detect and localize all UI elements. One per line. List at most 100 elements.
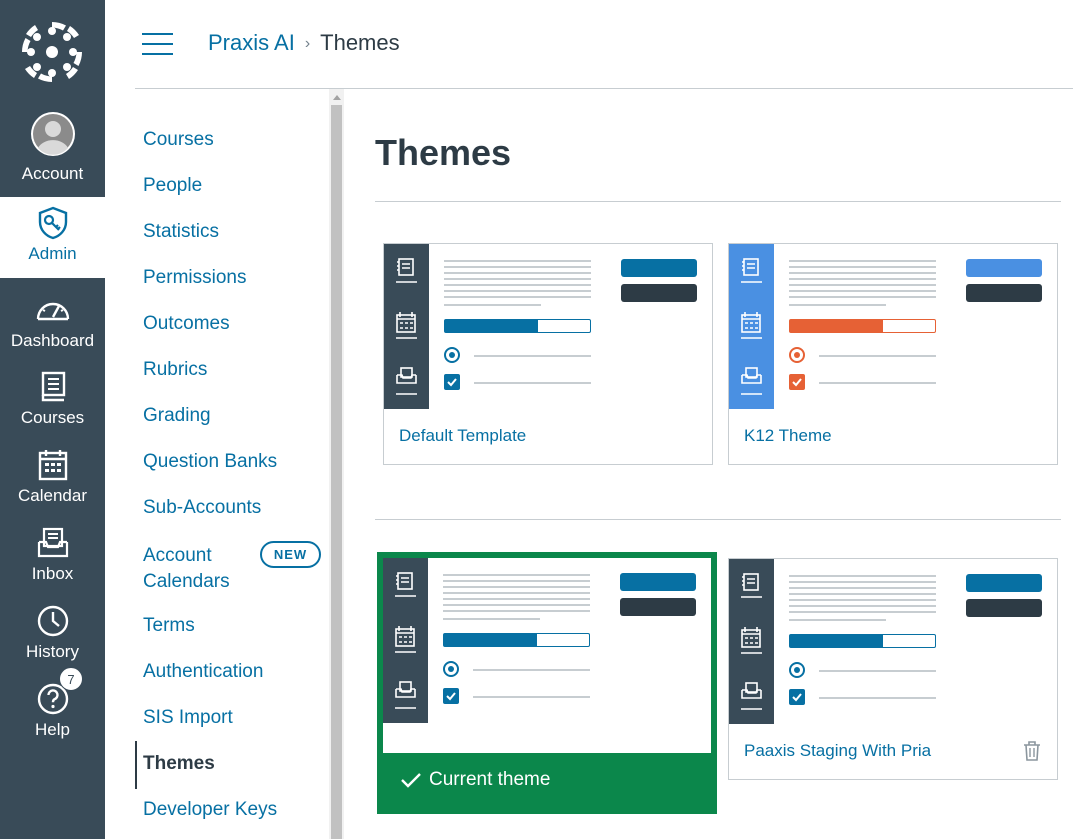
global-nav-history[interactable]: History: [0, 595, 105, 673]
section-nav-authentication[interactable]: Authentication: [143, 661, 263, 683]
admin-shield-icon: [38, 206, 67, 240]
theme-card-name[interactable]: K12 Theme: [744, 426, 832, 446]
scrollbar-thumb[interactable]: [331, 105, 342, 839]
theme-preview-primary-button: [966, 259, 1042, 277]
section-nav-terms[interactable]: Terms: [143, 615, 195, 637]
canvas-logo[interactable]: [0, 0, 105, 105]
theme-preview-checkbox-icon: [443, 688, 459, 704]
theme-preview-option-line: [473, 669, 590, 671]
section-nav-question-banks[interactable]: Question Banks: [143, 451, 277, 473]
theme-preview-progress-bar: [789, 634, 936, 648]
theme-preview-text-line: [789, 611, 936, 613]
section-nav-rubrics[interactable]: Rubrics: [143, 359, 207, 381]
global-nav-inbox-label: Inbox: [31, 564, 74, 583]
global-nav-admin[interactable]: Admin: [0, 197, 105, 278]
theme-preview-secondary-button: [966, 599, 1042, 617]
theme-preview-radio-icon: [789, 347, 805, 363]
theme-preview-nav-icons: [741, 258, 762, 395]
theme-preview-progress-fill: [790, 635, 883, 647]
theme-preview-radio-icon: [789, 662, 805, 678]
theme-card[interactable]: K12 Theme: [728, 243, 1058, 465]
theme-preview-text-line: [444, 278, 591, 280]
theme-preview-checkbox-icon: [444, 374, 460, 390]
section-nav-themes[interactable]: Themes: [143, 753, 215, 775]
section-nav-scrollbar[interactable]: [329, 89, 344, 839]
section-nav-sis-import[interactable]: SIS Import: [143, 707, 233, 729]
section-nav-permissions[interactable]: Permissions: [143, 267, 246, 289]
section-nav-active-indicator: [135, 741, 137, 789]
calendar-icon: [38, 450, 67, 481]
current-theme-banner: Current theme: [383, 753, 711, 808]
delete-trash-icon[interactable]: [1021, 740, 1043, 762]
dashboard-gauge-icon: [36, 302, 69, 321]
breadcrumb: Praxis AI › Themes: [208, 30, 400, 56]
theme-preview-text-line: [444, 304, 541, 306]
theme-preview-sidebar: [729, 244, 774, 409]
theme-preview-progress-bar: [789, 319, 936, 333]
help-notification-badge: 7: [59, 667, 83, 691]
global-nav-calendar[interactable]: Calendar: [0, 439, 105, 517]
theme-preview-radio-icon: [444, 347, 460, 363]
global-nav-dashboard-label: Dashboard: [10, 331, 95, 350]
theme-card-name[interactable]: Paaxis Staging With Pria: [744, 741, 931, 761]
theme-preview-text-line: [789, 304, 886, 306]
breadcrumb-current: Themes: [320, 30, 400, 55]
theme-preview-primary-button: [621, 259, 697, 277]
course-menu-toggle-button[interactable]: [142, 33, 174, 55]
global-nav-account[interactable]: Account: [0, 108, 105, 186]
new-feature-badge: NEW: [260, 541, 321, 568]
theme-preview-text-line: [789, 272, 936, 274]
hamburger-icon-line: [142, 43, 173, 45]
global-nav-dashboard[interactable]: Dashboard: [0, 284, 105, 362]
global-nav-history-label: History: [26, 642, 79, 661]
section-nav-courses[interactable]: Courses: [143, 129, 214, 151]
theme-card-name[interactable]: Default Template: [399, 426, 526, 446]
section-nav-account-calendars-line1: Account: [143, 545, 212, 566]
theme-preview-text-line: [789, 290, 936, 292]
theme-preview-progress-bar: [443, 633, 590, 647]
section-nav-people[interactable]: People: [143, 175, 202, 197]
section-nav-statistics[interactable]: Statistics: [143, 221, 219, 243]
theme-card[interactable]: Paaxis Staging With Pria: [728, 558, 1058, 780]
section-nav-grading[interactable]: Grading: [143, 405, 211, 427]
theme-preview-text-line: [789, 587, 936, 589]
section-nav-account-calendars[interactable]: Account Calendars: [143, 543, 230, 595]
scroll-up-arrow-icon[interactable]: [333, 95, 341, 100]
theme-preview-text-line: [789, 284, 936, 286]
theme-card-current[interactable]: Current theme: [377, 552, 717, 814]
theme-preview-text-line: [789, 575, 936, 577]
theme-preview-secondary-button: [620, 598, 696, 616]
section-nav-outcomes[interactable]: Outcomes: [143, 313, 230, 335]
history-clock-icon: [37, 605, 68, 637]
canvas-logo-icon: [22, 22, 82, 82]
theme-preview-text-line: [789, 599, 936, 601]
theme-preview-text-line: [443, 598, 590, 600]
courses-book-icon: [41, 371, 65, 402]
theme-preview-text-line: [789, 296, 936, 298]
global-nav-help[interactable]: Help: [0, 673, 105, 751]
theme-card[interactable]: Default Template: [383, 243, 713, 465]
theme-preview-text-line: [789, 619, 886, 621]
theme-preview-text-line: [443, 586, 590, 588]
theme-preview-text-line: [444, 260, 591, 262]
theme-preview-text-line: [789, 581, 936, 583]
theme-preview-progress-fill: [444, 634, 537, 646]
section-nav-developer-keys[interactable]: Developer Keys: [143, 799, 277, 821]
global-nav-calendar-label: Calendar: [18, 486, 87, 505]
theme-preview-secondary-button: [621, 284, 697, 302]
theme-preview-option-line: [473, 696, 590, 698]
global-nav-inbox[interactable]: Inbox: [0, 517, 105, 595]
theme-preview-progress-fill: [790, 320, 883, 332]
section-nav-sub-accounts[interactable]: Sub-Accounts: [143, 497, 261, 519]
theme-preview-text-line: [443, 618, 540, 620]
theme-preview-option-line: [819, 355, 936, 357]
theme-preview-text-line: [789, 260, 936, 262]
breadcrumb-account-link[interactable]: Praxis AI: [208, 30, 295, 55]
inbox-icon: [37, 527, 68, 558]
theme-preview-text-line: [443, 604, 590, 606]
theme-preview-text-line: [444, 272, 591, 274]
global-nav-help-label: Help: [35, 720, 70, 739]
theme-preview-nav-icons: [395, 572, 416, 709]
global-nav-courses[interactable]: Courses: [0, 361, 105, 439]
theme-preview-text-line: [444, 266, 591, 268]
